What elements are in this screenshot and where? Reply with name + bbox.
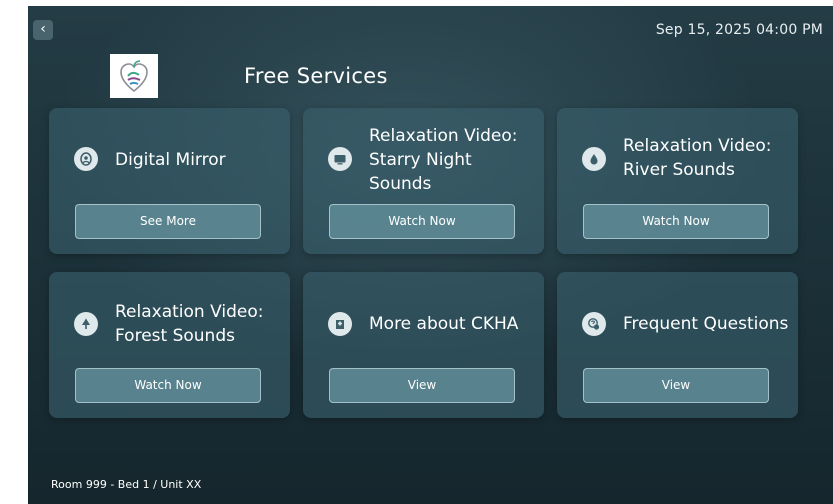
card-title: Relaxation Video: River Sounds (623, 136, 772, 180)
card-more-about-ckha: More about CKHA View (303, 272, 544, 418)
card-title: More about CKHA (369, 314, 519, 334)
card-digital-mirror: Digital Mirror See More (49, 108, 290, 254)
mirror-person-icon (74, 147, 98, 171)
question-chat-icon (582, 312, 606, 336)
datetime-display: Sep 15, 2025 04:00 PM (655, 22, 823, 38)
watch-now-button[interactable]: Watch Now (583, 204, 769, 239)
view-button[interactable]: View (583, 368, 769, 403)
card-title: Digital Mirror (115, 150, 226, 170)
card-frequent-questions: Frequent Questions View (557, 272, 798, 418)
screen: ‹ Sep 15, 2025 04:00 PM Free Services Di… (0, 0, 833, 504)
services-panel: ‹ Sep 15, 2025 04:00 PM Free Services Di… (28, 6, 833, 504)
watch-now-button[interactable]: Watch Now (329, 204, 515, 239)
card-title: Relaxation Video: Starry Night Sounds (369, 126, 518, 194)
card-title: Frequent Questions (623, 314, 789, 334)
back-button[interactable]: ‹ (33, 20, 53, 40)
hospital-building-icon (328, 312, 352, 336)
tree-icon (74, 312, 98, 336)
page-title: Free Services (244, 64, 388, 88)
card-starry-night-video: Relaxation Video: Starry Night Sounds Wa… (303, 108, 544, 254)
see-more-button[interactable]: See More (75, 204, 261, 239)
watch-now-button[interactable]: Watch Now (75, 368, 261, 403)
card-forest-sounds-video: Relaxation Video: Forest Sounds Watch No… (49, 272, 290, 418)
card-title: Relaxation Video: Forest Sounds (115, 302, 264, 346)
water-drop-icon (582, 147, 606, 171)
view-button[interactable]: View (329, 368, 515, 403)
chevron-left-icon: ‹ (40, 21, 46, 37)
card-river-sounds-video: Relaxation Video: River Sounds Watch Now (557, 108, 798, 254)
heart-leaf-logo (110, 54, 158, 98)
tv-screen-icon (328, 147, 352, 171)
room-bed-info: Room 999 - Bed 1 / Unit XX (51, 478, 202, 491)
